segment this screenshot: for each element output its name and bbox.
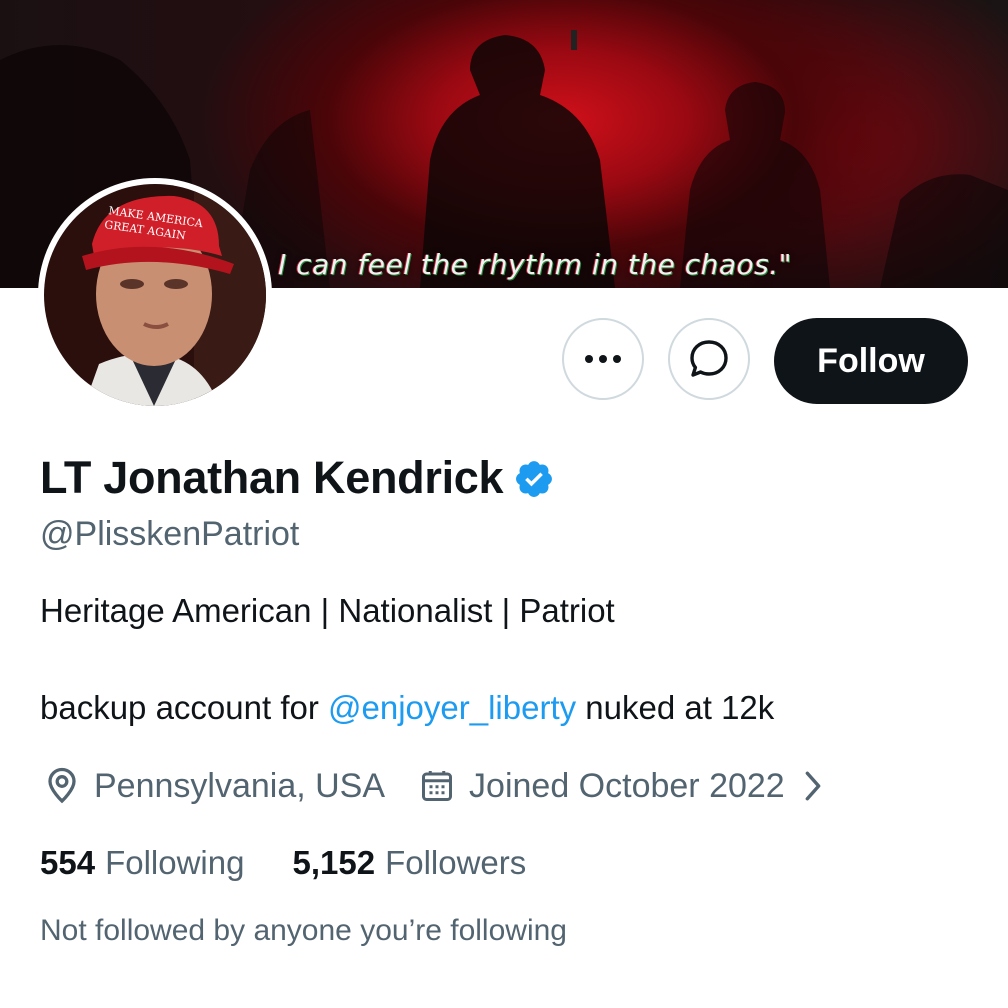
profile-handle: @PlisskenPatriot bbox=[40, 515, 300, 553]
display-name: LT Jonathan Kendrick bbox=[40, 452, 504, 503]
chevron-right-icon[interactable] bbox=[791, 764, 835, 808]
following-count: 554 bbox=[40, 844, 96, 881]
bio-text-prefix: backup account for bbox=[40, 689, 329, 726]
followers-link[interactable]: 5,152 Followers bbox=[292, 844, 526, 882]
social-context: Not followed by anyone you’re following bbox=[40, 914, 567, 947]
joined-date: Joined October 2022 bbox=[469, 766, 785, 805]
bio-line-2: backup account for @enjoyer_liberty nuke… bbox=[40, 689, 774, 727]
profile-meta-row: Pennsylvania, USA Joined October 2022 bbox=[40, 764, 835, 808]
followers-count: 5,152 bbox=[292, 844, 376, 881]
avatar-image: MAKE AMERICA GREAT AGAIN bbox=[44, 184, 266, 406]
bio-text-suffix: nuked at 12k bbox=[576, 689, 775, 726]
followers-label: Followers bbox=[385, 844, 527, 881]
more-dots-icon bbox=[585, 355, 621, 363]
message-bubble-icon bbox=[690, 340, 728, 377]
avatar[interactable]: MAKE AMERICA GREAT AGAIN bbox=[38, 178, 272, 412]
following-label: Following bbox=[105, 844, 245, 881]
verified-badge-icon[interactable] bbox=[513, 458, 555, 500]
profile-location: Pennsylvania, USA bbox=[94, 766, 386, 805]
follow-stats: 554 Following 5,152 Followers bbox=[40, 844, 526, 882]
follow-button[interactable]: Follow bbox=[774, 318, 968, 404]
following-link[interactable]: 554 Following bbox=[40, 844, 244, 882]
bio-mention-link[interactable]: @enjoyer_liberty bbox=[328, 689, 576, 726]
calendar-icon bbox=[415, 764, 459, 808]
location-pin-icon bbox=[40, 764, 84, 808]
name-row: LT Jonathan Kendrick bbox=[40, 452, 555, 504]
bio-line-1: Heritage American | Nationalist | Patrio… bbox=[40, 592, 615, 629]
banner-quote: I can feel the rhythm in the chaos." bbox=[278, 248, 793, 281]
message-button[interactable] bbox=[668, 318, 750, 400]
more-button[interactable] bbox=[562, 318, 644, 400]
